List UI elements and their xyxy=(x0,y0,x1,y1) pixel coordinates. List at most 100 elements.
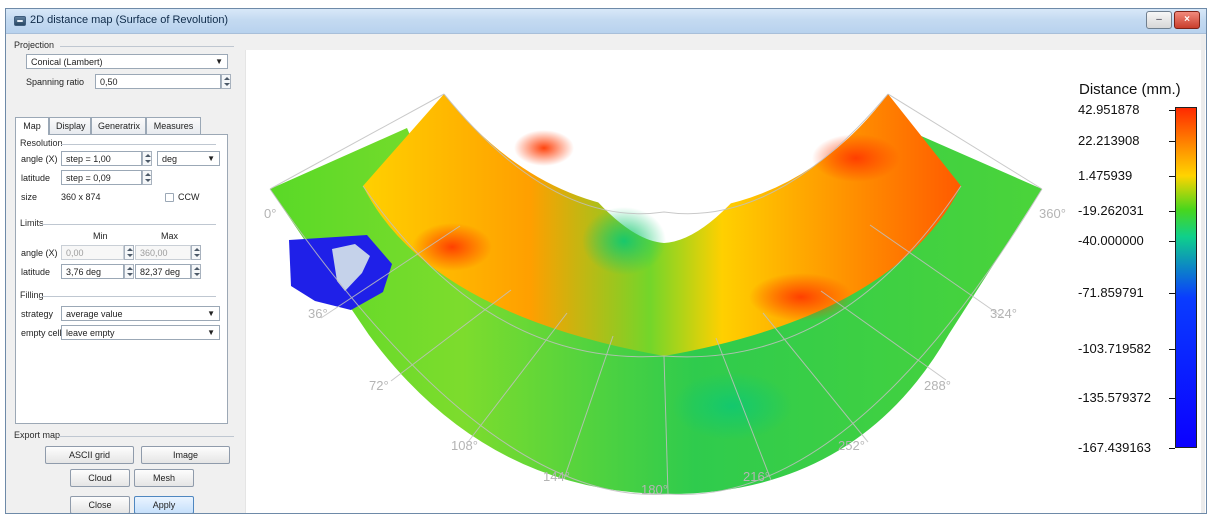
angle-label-252: 252° xyxy=(838,438,865,453)
resolution-angle-field[interactable]: step = 1,00 xyxy=(61,151,142,166)
app-icon xyxy=(14,16,26,26)
window-controls: – × xyxy=(1146,11,1200,29)
angle-label-72: 72° xyxy=(369,378,389,393)
ccw-label: CCW xyxy=(178,192,200,202)
window-edge-scroll-area xyxy=(1201,35,1205,513)
resolution-latitude-field[interactable]: step = 0,09 xyxy=(61,170,142,185)
angle-label-288: 288° xyxy=(924,378,951,393)
limits-angle-max-field: 360,00 xyxy=(135,245,191,260)
resolution-angle-label: angle (X) xyxy=(21,154,58,164)
close-button[interactable]: Close xyxy=(70,496,130,513)
window-title: 2D distance map (Surface of Revolution) xyxy=(30,14,229,26)
export-group-line xyxy=(58,436,234,437)
spanning-ratio-label: Spanning ratio xyxy=(26,77,85,87)
checkbox-icon[interactable] xyxy=(165,193,174,202)
tab-display[interactable]: Display xyxy=(49,117,91,135)
colorbar-tick-mark xyxy=(1169,241,1175,242)
warm-blob-1 xyxy=(514,130,574,166)
angle-label-108: 108° xyxy=(451,438,478,453)
warm-blob-4 xyxy=(749,273,853,321)
limits-angle-label: angle (X) xyxy=(21,248,58,258)
export-group-label: Export map xyxy=(14,430,61,440)
export-image-button[interactable]: Image xyxy=(141,446,230,464)
angle-label-180: 180° xyxy=(641,482,668,497)
warm-blob-2 xyxy=(812,134,900,182)
tab-measures[interactable]: Measures xyxy=(146,117,201,135)
resolution-latitude-label: latitude xyxy=(21,173,51,183)
angle-label-216: 216° xyxy=(743,469,770,484)
colorbar-tick-mark xyxy=(1169,176,1175,177)
filling-group-line xyxy=(42,296,216,297)
angle-label-0: 0° xyxy=(264,206,276,221)
colorbar-title: Distance (mm.) xyxy=(1079,81,1181,98)
limits-max-label: Max xyxy=(161,231,179,241)
colorbar-tick-label: 42.951878 xyxy=(1078,102,1140,117)
colorbar-tick-mark xyxy=(1169,398,1175,399)
tab-generatrix[interactable]: Generatrix xyxy=(91,117,146,135)
titlebar: 2D distance map (Surface of Revolution) … xyxy=(6,9,1206,34)
map-tab-content: Resolution angle (X) step = 1,00 deg ▼ l… xyxy=(15,134,228,424)
projection-group-label: Projection xyxy=(14,40,55,50)
settings-panel: Projection Conical (Lambert) ▼ Spanning … xyxy=(12,38,244,513)
export-mesh-button[interactable]: Mesh xyxy=(134,469,194,487)
spinner-icon[interactable] xyxy=(191,264,201,279)
limits-group-label: Limits xyxy=(20,218,44,228)
export-cloud-button[interactable]: Cloud xyxy=(70,469,130,487)
empty-cells-value: leave empty xyxy=(66,328,115,338)
resolution-size-label: size xyxy=(21,192,38,202)
colorbar-tick-mark xyxy=(1169,448,1175,449)
colorbar-tick-label: -40.000000 xyxy=(1078,233,1144,248)
limits-latitude-max-field[interactable]: 82,37 deg xyxy=(135,264,191,279)
minimize-icon[interactable]: – xyxy=(1146,11,1172,29)
filling-strategy-combo[interactable]: average value ▼ xyxy=(61,306,220,321)
spanning-ratio-field[interactable]: 0,50 xyxy=(95,74,221,89)
limits-latitude-min-field[interactable]: 3,76 deg xyxy=(61,264,124,279)
empty-cells-label: empty cells xyxy=(21,328,67,338)
limits-group-line xyxy=(42,224,216,225)
colorbar-tick-label: -71.859791 xyxy=(1078,285,1144,300)
colorbar-tick-mark xyxy=(1169,293,1175,294)
close-icon[interactable]: × xyxy=(1174,11,1200,29)
chevron-down-icon: ▼ xyxy=(207,328,215,337)
spinner-icon xyxy=(191,245,201,260)
chevron-down-icon: ▼ xyxy=(215,57,223,66)
colorbar-tick-label: 1.475939 xyxy=(1078,168,1133,183)
angle-label-324: 324° xyxy=(990,306,1017,321)
spinner-icon[interactable] xyxy=(221,74,231,89)
chevron-down-icon: ▼ xyxy=(207,309,215,318)
filling-strategy-value: average value xyxy=(66,309,123,319)
filling-group-label: Filling xyxy=(20,290,44,300)
green-blob-2 xyxy=(672,372,792,440)
angle-label-36: 36° xyxy=(308,306,328,321)
tab-map[interactable]: Map xyxy=(15,117,49,135)
limits-min-label: Min xyxy=(93,231,108,241)
angle-unit-value: deg xyxy=(162,154,178,164)
angle-unit-combo[interactable]: deg ▼ xyxy=(157,151,220,166)
colorbar-tick-mark xyxy=(1169,349,1175,350)
empty-cells-combo[interactable]: leave empty ▼ xyxy=(61,325,220,340)
green-blob-1 xyxy=(582,207,666,275)
colorbar-tick-label: -19.262031 xyxy=(1078,203,1144,218)
chevron-down-icon: ▼ xyxy=(207,154,215,163)
distance-map-plot: 0° 36° 72° 108° 144° 180° 216° 252° 288°… xyxy=(245,50,1206,513)
spinner-icon[interactable] xyxy=(142,170,152,185)
colorbar-tick-label: -135.579372 xyxy=(1078,390,1152,405)
ascii-grid-button[interactable]: ASCII grid xyxy=(45,446,134,464)
resolution-group-line xyxy=(61,144,216,145)
spinner-icon[interactable] xyxy=(124,264,134,279)
colorbar-tick-label: -103.719582 xyxy=(1078,341,1152,356)
filling-strategy-label: strategy xyxy=(21,309,54,319)
projection-group-line xyxy=(60,46,234,47)
colorbar-tick-mark xyxy=(1169,211,1175,212)
projection-combo[interactable]: Conical (Lambert) ▼ xyxy=(26,54,228,69)
settings-tabs: Map Display Generatrix Measures xyxy=(15,117,220,135)
colorbar-tick-mark xyxy=(1169,110,1175,111)
colorbar-tick-label: -167.439163 xyxy=(1078,440,1152,455)
apply-button[interactable]: Apply xyxy=(134,496,194,513)
angle-label-144: 144° xyxy=(543,469,570,484)
spinner-icon[interactable] xyxy=(142,151,152,166)
limits-latitude-label: latitude xyxy=(21,267,51,277)
colorbar-tick-label: 22.213908 xyxy=(1078,133,1140,148)
distance-colorbar xyxy=(1175,107,1197,448)
distance-map-window: 2D distance map (Surface of Revolution) … xyxy=(5,8,1207,514)
